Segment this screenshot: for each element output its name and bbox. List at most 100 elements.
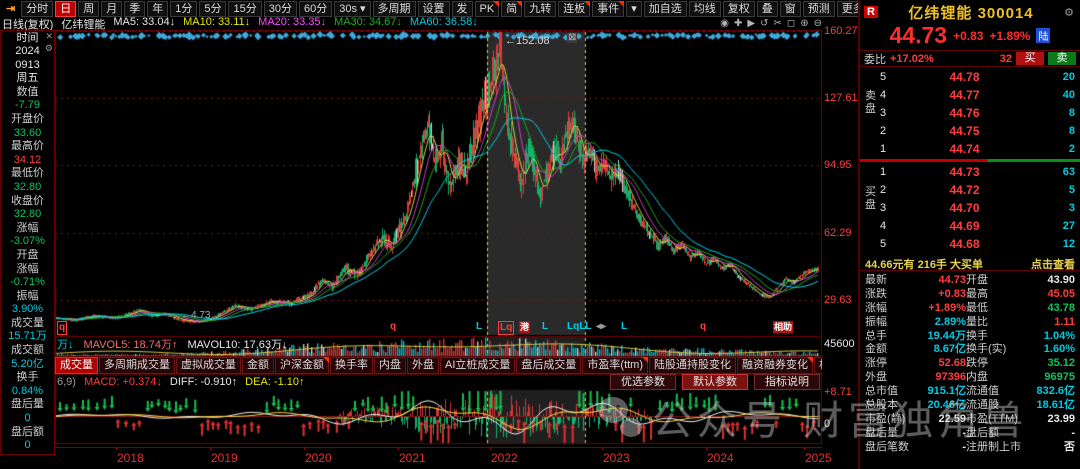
toolbar-item[interactable]: 事件 [592,1,624,17]
toolbar-item[interactable]: 周 [78,1,99,17]
event-marker[interactable]: 港 [519,321,530,333]
toolbar-item[interactable]: 月 [101,1,122,17]
toolbar-item[interactable]: 30分 [264,1,297,17]
notice-link[interactable]: 点击查看 [1031,256,1075,270]
ask-row[interactable]: 144.742 [860,140,1080,158]
indicator-tab[interactable]: 多周期成交量 [99,357,175,374]
buy-button[interactable]: 买 [1016,52,1044,65]
bid-row[interactable]: 544.6812 [860,235,1080,253]
event-marker[interactable]: q [390,321,396,333]
big-order-notice[interactable]: 44.66元有 216手 大买单 点击查看 [860,256,1080,271]
event-marker[interactable]: 相助 [773,321,793,333]
event-marker[interactable]: L [621,321,627,333]
toolbar-item[interactable]: 60分 [299,1,332,17]
toolbar-item[interactable]: 均线 [689,1,721,17]
param-button[interactable]: 指标说明 [754,374,820,390]
toolbar-item[interactable]: 1分 [170,1,197,17]
scissors-icon[interactable]: ✂ [774,18,782,29]
indicator-tab[interactable]: AI立桩成交量 [440,357,515,374]
x-axis-year-label: 2018 [117,451,144,465]
indicator-tab[interactable]: 盘后成交量 [516,357,581,374]
indicator-tab[interactable]: 金额 [242,357,274,374]
toolbar-item[interactable]: 九转 [524,1,556,17]
param-button[interactable]: 优选参数 [610,374,676,390]
toolbar-item[interactable]: 设置 [418,1,450,17]
macd-indicator-header: 6,9)MACD: +0.374↓DIFF: -0.910↑DEA: -1.10… [57,375,820,389]
bid-row[interactable]: 244.725 [860,181,1080,199]
weibi-value: +17.02% [890,53,934,65]
toolbar-item[interactable]: 复权 [723,1,755,17]
indicator-tab[interactable]: 成交量 [55,357,98,374]
zoom-in-icon[interactable]: ⊕ [800,18,808,29]
event-marker[interactable]: L [476,321,482,333]
indicator-tab[interactable]: 市盈率(ttm) [582,357,648,374]
toolbar-item[interactable]: ⇥ [2,2,19,16]
toolbar-item[interactable]: 5分 [199,1,226,17]
ask-row[interactable]: 244.758 [860,122,1080,140]
indicator-tab[interactable]: 外盘 [407,357,439,374]
toolbar-item[interactable]: ▾ [626,1,642,17]
lock-icon[interactable]: ◻ [787,18,795,29]
param-button[interactable]: 默认参数 [682,374,748,390]
x-axis-year-label: 2020 [305,451,332,465]
indicator-tab[interactable]: 陆股通持股变化 [649,357,736,374]
ma-value-label: 亿纬锂能 [61,16,105,32]
event-marker[interactable]: q [57,321,67,335]
play-icon[interactable]: ▶ [747,18,755,29]
y-axis-label: +8.71 [824,386,852,398]
undo-icon[interactable]: ↺ [760,18,768,29]
info-row: 换手 [1,371,54,385]
toolbar-item[interactable]: 发 [452,1,473,17]
eye-icon[interactable]: ◉ [720,18,729,29]
toolbar-item[interactable]: 15分 [228,1,261,17]
event-marker[interactable]: LqLL [567,321,591,333]
bid-row[interactable]: 444.6927 [860,217,1080,235]
toolbar-item[interactable]: 日 [55,1,76,17]
ask-row[interactable]: 544.7820 [860,68,1080,86]
toolbar-item[interactable]: 连板 [558,1,590,17]
ask-row[interactable]: 344.768 [860,104,1080,122]
bid-row[interactable]: 344.703 [860,199,1080,217]
x-axis-year-label: 2024 [707,451,734,465]
ask-row[interactable]: 444.7740 [860,86,1080,104]
toolbar-item[interactable]: 分时 [21,1,53,17]
gear-icon[interactable]: ⚙ [1064,6,1074,19]
selection-close-icon[interactable]: ⊠ [567,33,577,43]
sell-button[interactable]: 卖 [1048,52,1076,65]
toolbar-item[interactable]: 简 [501,1,522,17]
indicator-tab[interactable]: 换手率 [330,357,373,374]
zoom-out-icon[interactable]: ⊖ [814,18,822,29]
event-marker[interactable]: q [700,321,706,333]
event-marker[interactable]: L [542,321,548,333]
volume-indicator-header: 万↓MAVOL5: 18.74万↑MAVOL10: 17.63万↓ [57,336,288,348]
info-row: 收盘价 [1,195,54,209]
info-row: 开盘 [1,249,54,263]
indicator-tab[interactable]: 沪深金额 [275,357,329,374]
toolbar-item[interactable]: 加自选 [644,1,687,17]
toolbar-item[interactable]: 窗 [780,1,801,17]
indicator-tab[interactable]: 内盘 [374,357,406,374]
toolbar-item[interactable]: PK [475,1,500,17]
chart-area: ←152.08 ←4.73 ⊠ qqLLq港LLqLL◂▸Lq相助 万↓MAVO… [55,30,822,447]
toolbar-item[interactable]: 预测 [803,1,835,17]
close-icon[interactable]: ✕ [45,31,53,42]
info-row: 最低价 [1,167,54,181]
stock-name-code[interactable]: 亿纬锂能 300014 [878,2,1064,23]
toolbar-item[interactable]: 季 [124,1,145,17]
toolbar-item[interactable]: 多周期 [373,1,416,17]
x-axis-year-label: 2025 [805,451,832,465]
event-marker[interactable]: Lq [498,321,514,335]
toolbar-item[interactable]: 年 [147,1,168,17]
hand-icon[interactable]: ✚ [734,18,742,29]
toolbar-item[interactable]: 叠 [757,1,778,17]
chart-header: 日线(复权)亿纬锂能MA5: 33.04↓MA10: 33.11↓MA20: 3… [2,17,822,30]
bid-row[interactable]: 144.7363 [860,163,1080,181]
toolbar-item[interactable]: 30s ▾ [334,1,370,17]
price-row: 44.73 +0.83 +1.89% 陆 [860,23,1080,48]
stats-row: 总市值915.1亿流通值832.6亿 [860,385,1080,399]
indicator-tab[interactable]: 机构探测器 [814,357,822,374]
indicator-tab[interactable]: 融资融券变化 [737,357,813,374]
indicator-tab[interactable]: 虚拟成交量 [176,357,241,374]
event-marker[interactable]: ◂▸ [596,321,606,333]
gear-icon[interactable]: ⚙ [45,43,53,54]
